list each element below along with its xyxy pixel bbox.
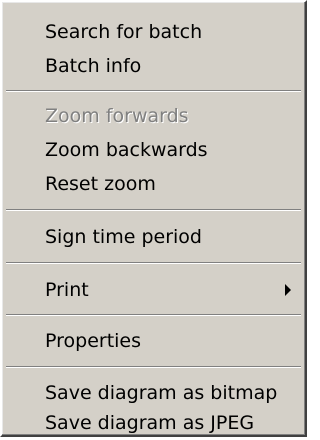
menu-item-label: Search for batch xyxy=(45,21,203,43)
menu-item-label: Properties xyxy=(45,330,142,352)
menu-item-label: Zoom backwards xyxy=(45,139,208,161)
menu-item-label: Batch info xyxy=(45,55,142,77)
menu-item-zoom-backwards[interactable]: Zoom backwards xyxy=(4,133,303,167)
menu-separator xyxy=(6,262,301,264)
menu-item-label: Save diagram as JPEG xyxy=(45,412,255,434)
menu-item-reset-zoom[interactable]: Reset zoom xyxy=(4,167,303,201)
menu-item-search-for-batch[interactable]: Search for batch xyxy=(4,15,303,49)
menu-item-label: Reset zoom xyxy=(45,173,156,195)
menu-item-label: Print xyxy=(45,279,89,301)
menu-separator xyxy=(6,314,301,316)
menu-item-label: Sign time period xyxy=(45,226,202,248)
menu-item-save-diagram-as-bitmap[interactable]: Save diagram as bitmap xyxy=(4,376,303,410)
menu-item-print[interactable]: Print xyxy=(4,273,303,307)
menu-item-save-diagram-as-jpeg[interactable]: Save diagram as JPEG xyxy=(4,406,303,440)
context-menu: Search for batch Batch info Zoom forward… xyxy=(0,0,307,437)
submenu-arrow-icon xyxy=(285,284,291,296)
menu-item-sign-time-period[interactable]: Sign time period xyxy=(4,220,303,254)
menu-separator xyxy=(6,90,301,92)
menu-item-batch-info[interactable]: Batch info xyxy=(4,49,303,83)
menu-item-label: Save diagram as bitmap xyxy=(45,382,278,404)
menu-item-properties[interactable]: Properties xyxy=(4,324,303,358)
menu-separator xyxy=(6,366,301,368)
menu-separator xyxy=(6,209,301,211)
menu-item-label: Zoom forwards xyxy=(45,105,189,127)
menu-item-zoom-forwards: Zoom forwards xyxy=(4,99,303,133)
